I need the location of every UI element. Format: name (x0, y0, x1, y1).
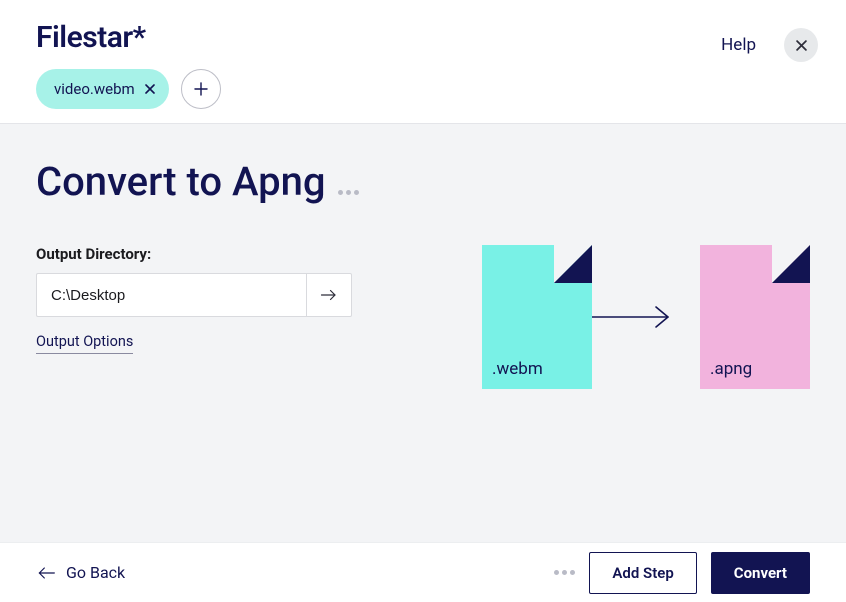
page-title: Convert to Apng (36, 158, 326, 205)
form-column: Output Directory: Output Options (36, 245, 352, 354)
close-button[interactable] (784, 28, 818, 62)
target-file-icon: .apng (700, 245, 810, 389)
go-back-label: Go Back (66, 563, 125, 582)
header-right: Help (721, 20, 818, 62)
close-icon (796, 40, 807, 51)
app-logo: Filestar* (36, 20, 221, 55)
header: Filestar* video.webm Help (0, 0, 846, 123)
convert-button[interactable]: Convert (711, 552, 810, 594)
output-options-link[interactable]: Output Options (36, 333, 133, 354)
output-directory-row (36, 273, 352, 317)
page-title-row: Convert to Apng (36, 158, 810, 205)
source-file-ext: .webm (492, 359, 543, 379)
title-more-button[interactable] (338, 190, 359, 205)
target-file-ext: .apng (710, 359, 752, 379)
file-chip-name: video.webm (54, 80, 135, 98)
preview-column: .webm .apng (482, 245, 810, 389)
add-file-button[interactable] (181, 69, 221, 109)
header-left: Filestar* video.webm (36, 20, 221, 123)
file-chips: video.webm (36, 69, 221, 123)
main: Convert to Apng Output Directory: Output… (0, 124, 846, 542)
help-link[interactable]: Help (721, 35, 756, 55)
footer-right: Add Step Convert (554, 552, 810, 594)
source-file-icon: .webm (482, 245, 592, 389)
file-chip[interactable]: video.webm (36, 69, 169, 109)
plus-icon (194, 82, 208, 96)
output-directory-input[interactable] (36, 273, 306, 317)
file-chip-remove-icon[interactable] (145, 82, 155, 97)
output-directory-label: Output Directory: (36, 245, 352, 263)
arrow-right-icon (320, 288, 338, 302)
add-step-button[interactable]: Add Step (589, 552, 696, 594)
footer-more-button[interactable] (554, 570, 575, 575)
output-directory-browse-button[interactable] (306, 273, 352, 317)
footer: Go Back Add Step Convert (0, 542, 846, 602)
go-back-button[interactable]: Go Back (36, 563, 125, 582)
content-row: Output Directory: Output Options .webm (36, 245, 810, 389)
arrow-left-icon (36, 566, 56, 580)
convert-arrow-icon (618, 304, 674, 330)
